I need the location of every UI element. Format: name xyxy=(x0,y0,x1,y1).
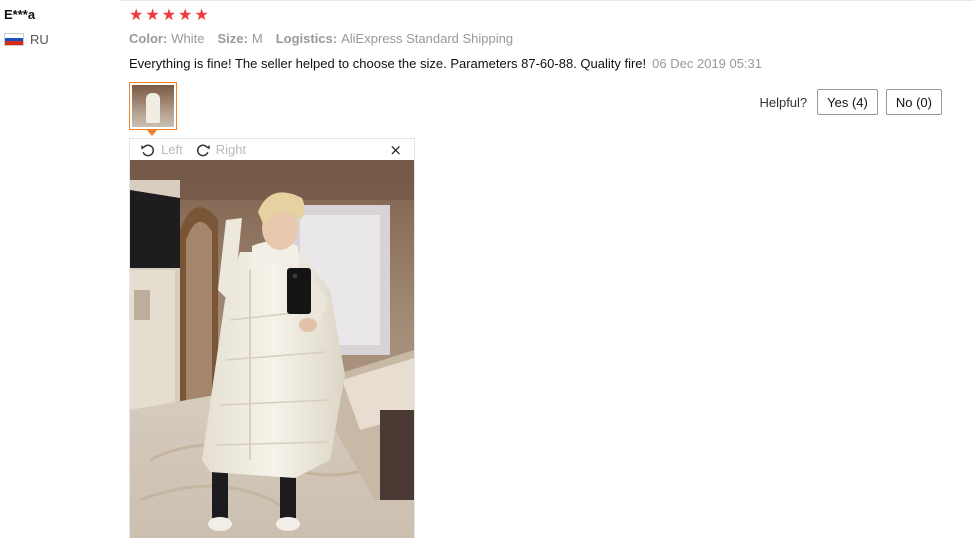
rotate-right-button[interactable]: Right xyxy=(195,142,246,158)
photo-viewer-toolbar: Left Right × xyxy=(130,139,414,160)
star-icon: ★ xyxy=(178,5,193,24)
helpful-votes: Helpful? Yes (4) No (0) xyxy=(759,89,942,115)
review-photo-thumbnail[interactable] xyxy=(129,82,177,130)
review-text: Everything is fine! The seller helped to… xyxy=(129,56,647,71)
photo-viewer: Left Right × xyxy=(129,138,415,538)
review-photo-image xyxy=(130,160,414,538)
attribute-color: Color: White xyxy=(129,31,205,46)
rotate-right-label: Right xyxy=(215,142,247,157)
country-code: RU xyxy=(30,32,49,47)
top-divider xyxy=(120,0,974,1)
review-date: 06 Dec 2019 05:31 xyxy=(652,56,763,71)
rotate-left-icon xyxy=(141,144,155,156)
star-icon: ★ xyxy=(194,5,209,24)
thumbnail-image xyxy=(132,85,174,127)
helpful-label: Helpful? xyxy=(759,94,808,110)
russia-flag-icon xyxy=(4,33,24,46)
review-text-line: Everything is fine! The seller helped to… xyxy=(129,56,762,71)
rotate-left-button[interactable]: Left xyxy=(140,142,183,158)
reviewer-country: RU xyxy=(4,32,49,47)
reviewer-name: E***a xyxy=(4,7,36,22)
star-icon: ★ xyxy=(129,5,144,24)
close-viewer-button[interactable]: × xyxy=(389,141,402,159)
star-icon: ★ xyxy=(161,5,177,24)
star-rating: ★ ★ ★ ★ ★ xyxy=(129,6,209,24)
helpful-no-button[interactable]: No (0) xyxy=(885,89,942,115)
helpful-yes-button[interactable]: Yes (4) xyxy=(817,89,878,115)
attribute-size: Size: M xyxy=(217,31,263,46)
order-attributes: Color: White Size: M Logistics: AliExpress … xyxy=(129,31,513,46)
thumbnail-selected-caret xyxy=(146,129,158,136)
review-photo xyxy=(130,160,414,538)
star-icon: ★ xyxy=(145,5,160,24)
rotate-left-label: Left xyxy=(161,142,183,157)
attribute-logistics: Logistics: AliExpress Standard Shipping xyxy=(275,31,514,46)
rotate-right-icon xyxy=(196,144,210,156)
